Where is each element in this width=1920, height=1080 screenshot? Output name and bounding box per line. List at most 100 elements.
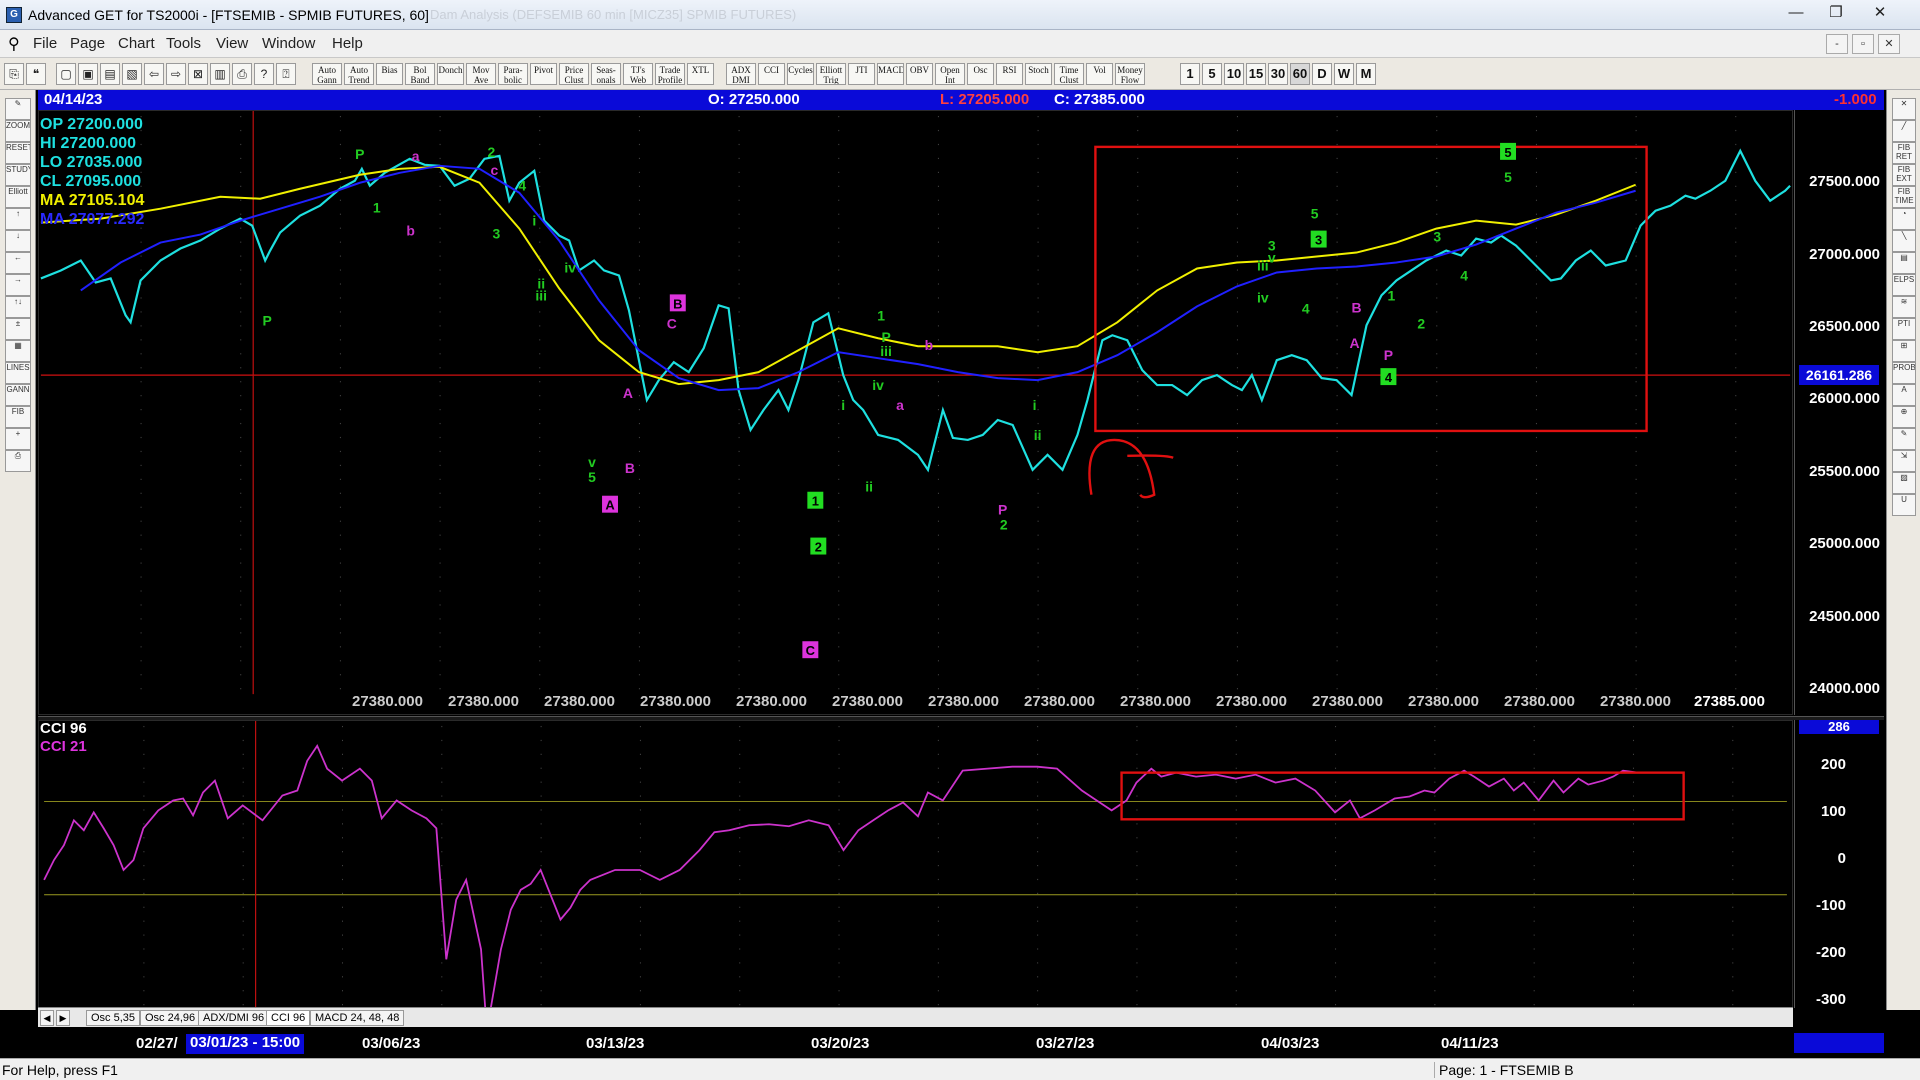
toolbar-icon-0[interactable]: ⎘ [4,63,24,85]
tab-macd[interactable]: MACD 24, 48, 48 [310,1010,405,1026]
tab-adx-dmi-96[interactable]: ADX/DMI 96 [198,1010,270,1026]
right-tool-16[interactable]: ⇲ [1892,450,1916,472]
tab-prev-button[interactable]: ◀ [40,1010,54,1026]
right-tool-17[interactable]: ▨ [1892,472,1916,494]
right-tool-12[interactable]: PROB [1892,362,1916,384]
tab-osc-5-35[interactable]: Osc 5,35 [86,1010,141,1026]
right-tool-1[interactable]: ╱ [1892,120,1916,142]
left-tool-15[interactable]: + [5,428,31,450]
left-tool-1[interactable]: ZOOM [5,120,31,142]
left-tool-16[interactable]: ⎙ [5,450,31,472]
menu-chart[interactable]: Chart [118,35,155,52]
tool-button-osc[interactable]: Osc [967,63,994,85]
right-tool-13[interactable]: A [1892,384,1916,406]
timeframe-d[interactable]: D [1312,63,1332,85]
left-tool-6[interactable]: ↓ [5,230,31,252]
tool-button-macd[interactable]: MACD [877,63,904,85]
left-tool-13[interactable]: GANN [5,384,31,406]
right-tool-8[interactable]: ELPS [1892,274,1916,296]
mdi-restore-button[interactable]: ▫ [1852,34,1874,54]
left-tool-3[interactable]: STUDY [5,164,31,186]
left-tool-5[interactable]: ↑ [5,208,31,230]
tool-button-seas-onals[interactable]: Seas- onals [591,63,621,85]
tool-button-bol-band[interactable]: Bol Band [405,63,435,85]
left-tool-0[interactable]: ✎ [5,98,31,120]
timeframe-10[interactable]: 10 [1224,63,1244,85]
timeframe-60[interactable]: 60 [1290,63,1310,85]
tool-button-obv[interactable]: OBV [906,63,933,85]
menu-tools[interactable]: Tools [166,35,201,52]
toolbar-icon-5[interactable]: ▧ [122,63,142,85]
left-tool-11[interactable]: ▦ [5,340,31,362]
minimize-button[interactable]: — [1776,1,1816,25]
left-tool-2[interactable]: RESET [5,142,31,164]
menu-file[interactable]: File [33,35,57,52]
left-tool-9[interactable]: ↑↓ [5,296,31,318]
toolbar-icon-10[interactable]: ⎙ [232,63,252,85]
menu-view[interactable]: View [216,35,248,52]
maximize-button[interactable]: ❐ [1816,1,1856,25]
tool-button-time-clust[interactable]: Time Clust [1054,63,1084,85]
tab-cci-96[interactable]: CCI 96 [266,1010,311,1026]
toolbar-icon-6[interactable]: ⇦ [144,63,164,85]
tool-button-tj-s-web[interactable]: TJ's Web [623,63,653,85]
tool-button-price-clust[interactable]: Price Clust [559,63,589,85]
tool-button-trade-profile[interactable]: Trade Profile [655,63,685,85]
timeframe-w[interactable]: W [1334,63,1354,85]
mdi-close-button[interactable]: ✕ [1878,34,1900,54]
right-tool-2[interactable]: FIB RET [1892,142,1916,164]
tool-button-vol[interactable]: Vol [1086,63,1113,85]
toolbar-icon-12[interactable]: ⍰ [276,63,296,85]
tool-button-bias[interactable]: Bias [376,63,403,85]
tool-button-cycles[interactable]: Cycles [787,63,814,85]
right-tool-10[interactable]: PTI [1892,318,1916,340]
tool-button-money-flow[interactable]: Money Flow [1115,63,1145,85]
tool-button-stoch[interactable]: Stoch [1025,63,1052,85]
right-tool-5[interactable]: ◔ [1892,208,1916,230]
tool-button-elliott-trig[interactable]: Elliott Trig [816,63,846,85]
left-tool-10[interactable]: ± [5,318,31,340]
right-tool-18[interactable]: U [1892,494,1916,516]
right-tool-6[interactable]: ╲ [1892,230,1916,252]
left-tool-8[interactable]: → [5,274,31,296]
left-tool-4[interactable]: Elliott [5,186,31,208]
toolbar-icon-7[interactable]: ⇨ [166,63,186,85]
toolbar-icon-1[interactable]: ❝ [26,63,46,85]
tool-button-mov-ave[interactable]: Mov Ave [466,63,496,85]
timeframe-30[interactable]: 30 [1268,63,1288,85]
right-tool-7[interactable]: ▤ [1892,252,1916,274]
tool-button-pivot[interactable]: Pivot [530,63,557,85]
timeframe-m[interactable]: M [1356,63,1376,85]
right-tool-0[interactable]: ✕ [1892,98,1916,120]
right-tool-14[interactable]: ⊕ [1892,406,1916,428]
right-tool-4[interactable]: FIB TIME [1892,186,1916,208]
toolbar-icon-2[interactable]: ▢ [56,63,76,85]
toolbar-icon-3[interactable]: ▣ [78,63,98,85]
timeframe-15[interactable]: 15 [1246,63,1266,85]
tool-button-auto-trend[interactable]: Auto Trend [344,63,374,85]
mdi-minimize-button[interactable]: - [1826,34,1848,54]
toolbar-icon-11[interactable]: ? [254,63,274,85]
left-tool-7[interactable]: ← [5,252,31,274]
timeframe-1[interactable]: 1 [1180,63,1200,85]
right-tool-15[interactable]: ✎ [1892,428,1916,450]
menu-window[interactable]: Window [262,35,315,52]
tool-button-adx-dmi[interactable]: ADX DMI [726,63,756,85]
toolbar-icon-8[interactable]: ⊠ [188,63,208,85]
cci-chart[interactable] [38,720,1793,1008]
left-tool-14[interactable]: FIB [5,406,31,428]
close-button[interactable]: ✕ [1860,1,1900,25]
left-tool-12[interactable]: LINES [5,362,31,384]
tool-button-jti[interactable]: JTI [848,63,875,85]
tool-button-donch[interactable]: Donch [437,63,464,85]
price-chart[interactable]: Pa1bP2c34iiviiiiiAv5BC 1iiiP bivaiiiP2iii3… [38,110,1793,715]
menu-page[interactable]: Page [70,35,105,52]
tab-osc-24-96[interactable]: Osc 24,96 [140,1010,201,1026]
tool-button-cci[interactable]: CCI [758,63,785,85]
tool-button-open-int[interactable]: Open Int [935,63,965,85]
tool-button-auto-gann[interactable]: Auto Gann [312,63,342,85]
app-menu-icon[interactable]: ⚲ [8,34,20,54]
right-tool-11[interactable]: ⊞ [1892,340,1916,362]
tool-button-xtl[interactable]: XTL [687,63,714,85]
toolbar-icon-9[interactable]: ▥ [210,63,230,85]
